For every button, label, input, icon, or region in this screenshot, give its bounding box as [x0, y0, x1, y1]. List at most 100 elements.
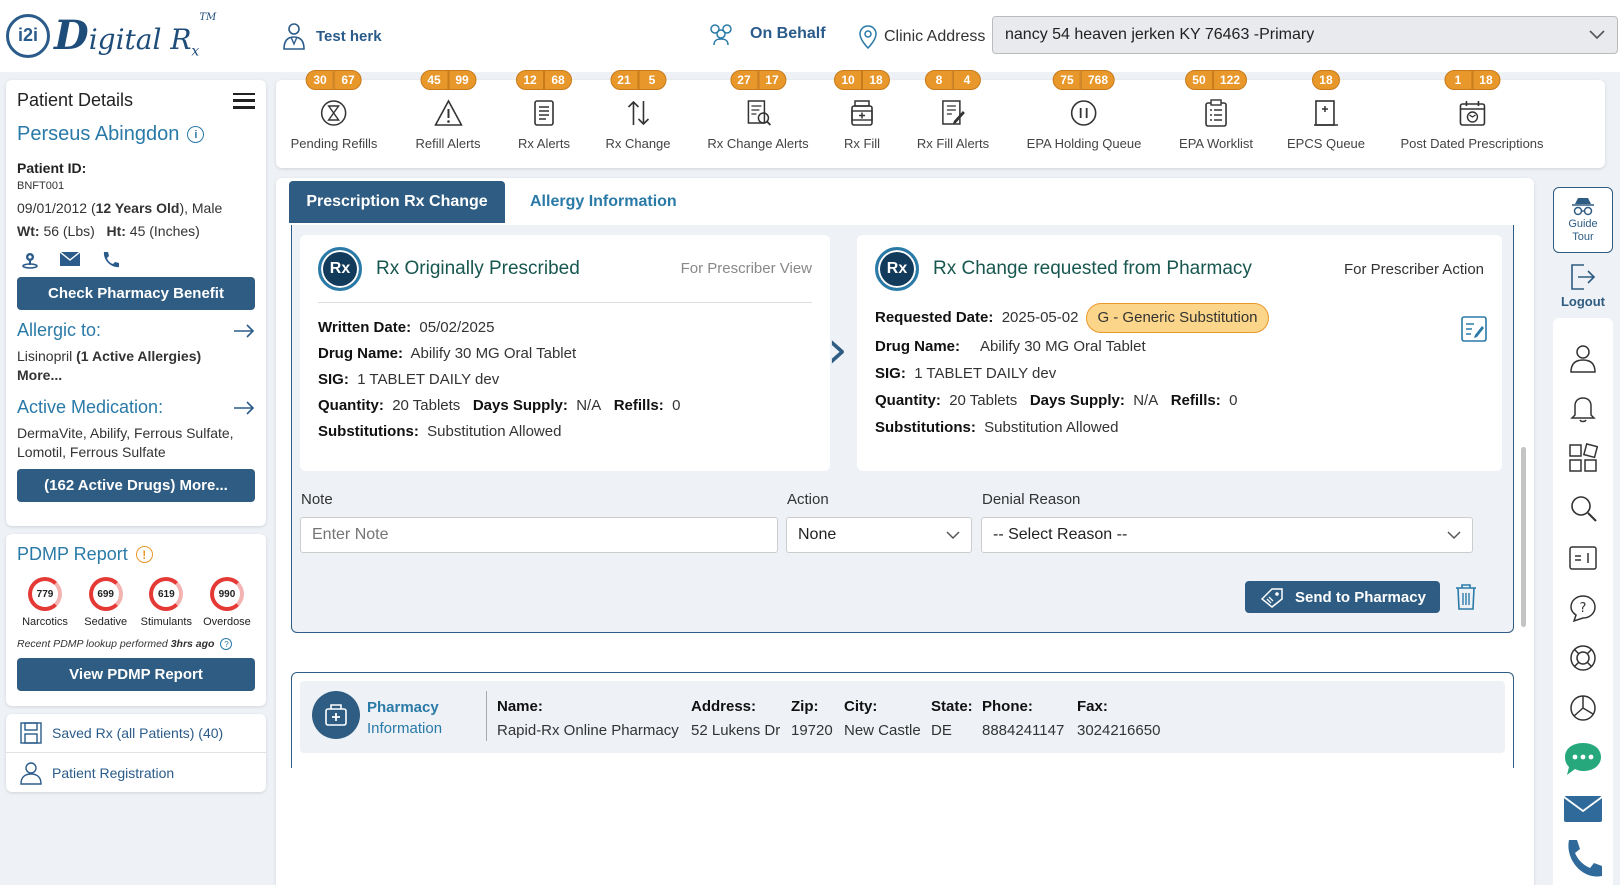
tab-prescription-rx-change[interactable]: Prescription Rx Change: [289, 181, 505, 223]
document-icon: [534, 100, 554, 126]
denial-reason-select[interactable]: -- Select Reason --: [981, 517, 1473, 553]
pharmacy-zip: Zip: 19720: [791, 698, 833, 739]
queue-post-dated-prescriptions[interactable]: 1 18 Post Dated Prescriptions: [1400, 70, 1544, 168]
guide-tour-button[interactable]: Guide Tour: [1553, 187, 1613, 253]
action-select[interactable]: None: [786, 517, 972, 553]
queue-rx-fill[interactable]: 10 18 Rx Fill: [834, 70, 890, 168]
count-badge: 18: [1471, 70, 1500, 90]
main-scrollbar[interactable]: [1521, 447, 1526, 627]
patient-name[interactable]: Perseus Abingdon: [17, 123, 179, 146]
pdmp-report-card: PDMP Report ! 779 Narcotics 699 Sedative 6…: [6, 534, 266, 706]
count-badge: 67: [334, 70, 362, 90]
arrow-right-icon[interactable]: [233, 323, 255, 338]
edit-document-icon[interactable]: [1460, 315, 1488, 343]
queue-refill-alerts[interactable]: 45 99 Refill Alerts: [415, 70, 481, 168]
count-badge: 4: [952, 70, 981, 90]
pharmacy-address: Address: 52 Lukens Dr: [691, 698, 781, 739]
pie-chart-icon[interactable]: [1568, 693, 1598, 723]
chat-icon[interactable]: [1563, 741, 1603, 777]
view-pdmp-report-button[interactable]: View PDMP Report: [17, 658, 255, 691]
note-input[interactable]: [300, 517, 778, 553]
allergy-more-link[interactable]: More...: [17, 367, 62, 383]
spy-icon: [1572, 198, 1594, 216]
search-icon[interactable]: [1568, 493, 1598, 523]
change-type-badge: G - Generic Substitution: [1086, 303, 1269, 333]
dashboard-grid-icon[interactable]: [1568, 443, 1598, 473]
trash-icon[interactable]: [1454, 583, 1478, 611]
side-links-card: Saved Rx (all Patients) (40) Patient Reg…: [6, 714, 266, 792]
on-behalf-label: On Behalf: [750, 25, 826, 42]
location-icon[interactable]: [21, 251, 39, 269]
queue-epa-worklist[interactable]: 50 122 EPA Worklist: [1179, 70, 1253, 168]
alert-icon[interactable]: !: [135, 546, 153, 563]
tab-allergy-information[interactable]: Allergy Information: [530, 181, 677, 223]
count-badge: 12: [516, 70, 544, 90]
saved-rx-link[interactable]: Saved Rx (all Patients) (40): [6, 714, 266, 753]
app-logo[interactable]: i2i Digital RxTM: [6, 12, 216, 60]
current-user[interactable]: Test herk: [282, 22, 382, 50]
send-to-pharmacy-button[interactable]: Send to Pharmacy: [1245, 581, 1440, 613]
substitutions: Substitutions: Substitution Allowed: [318, 423, 562, 440]
patient-weight-height: Wt: 56 (Lbs) Ht: 45 (Inches): [17, 223, 200, 239]
count-badge: 768: [1080, 70, 1116, 90]
arrow-right-icon[interactable]: [233, 400, 255, 415]
queue-epcs-queue[interactable]: 18 EPCS Queue: [1287, 70, 1365, 168]
patient-details-title: Patient Details: [17, 90, 134, 110]
count-badge: 17: [757, 70, 786, 90]
help-chat-icon[interactable]: ?: [1568, 593, 1598, 623]
user-profile-icon[interactable]: [1568, 343, 1598, 373]
queue-badges: 21 5: [609, 70, 666, 92]
arrows-updown-icon: [627, 100, 649, 126]
count-badge: 18: [862, 70, 890, 90]
queue-rx-alerts[interactable]: 12 68 Rx Alerts: [516, 70, 572, 168]
queue-label: Refill Alerts: [415, 136, 481, 151]
lifebuoy-icon[interactable]: [1568, 643, 1598, 673]
logout-button[interactable]: Logout: [1553, 262, 1613, 309]
count-badge: 18: [1311, 70, 1340, 90]
queue-epa-holding-queue[interactable]: 75 768 EPA Holding Queue: [1026, 70, 1142, 168]
patient-registration-link[interactable]: Patient Registration: [6, 753, 266, 792]
substitutions: Substitutions: Substitution Allowed: [875, 419, 1119, 436]
queue-label: EPA Worklist: [1179, 136, 1253, 151]
phone-icon[interactable]: [101, 251, 119, 269]
queue-badges: 75 768: [1052, 70, 1116, 92]
phone-call-icon[interactable]: [1563, 838, 1603, 882]
count-badge: 122: [1212, 70, 1248, 90]
queue-badges: 12 68: [516, 70, 572, 92]
on-behalf-button[interactable]: On Behalf: [706, 22, 826, 46]
queue-rx-change-alerts[interactable]: 27 17 Rx Change Alerts: [707, 70, 809, 168]
rx-change-title: Rx Change requested from Pharmacy: [933, 258, 1252, 279]
chevron-right-icon: ›: [827, 320, 848, 380]
svg-text:?: ?: [1580, 601, 1587, 616]
info-icon[interactable]: i: [187, 126, 205, 143]
patient-dob: 09/01/2012 (12 Years Old), Male: [17, 200, 223, 216]
mail-icon[interactable]: [59, 251, 81, 267]
queue-rx-change[interactable]: 21 5 Rx Change: [605, 70, 671, 168]
main-panel: Prescription Rx Change Allergy Informati…: [276, 178, 1534, 885]
check-pharmacy-benefit-button[interactable]: Check Pharmacy Benefit: [17, 277, 255, 310]
calculator-icon[interactable]: [1568, 543, 1598, 573]
queue-label: EPA Holding Queue: [1026, 136, 1142, 151]
rx-original-title: Rx Originally Prescribed: [376, 257, 580, 279]
count-badge: 99: [448, 70, 476, 90]
queue-rx-fill-alerts[interactable]: 8 4 Rx Fill Alerts: [916, 70, 990, 168]
bell-icon[interactable]: [1568, 393, 1598, 423]
patient-details-card: Patient Details Perseus Abingdon i Patie…: [6, 80, 266, 526]
rx-change-section: Rx Rx Originally Prescribed For Prescrib…: [291, 225, 1514, 633]
queue-badges: 84: [924, 70, 981, 92]
queue-label: Rx Fill Alerts: [916, 136, 990, 151]
count-badge: 68: [544, 70, 572, 90]
envelope-icon[interactable]: [1563, 794, 1603, 824]
gauge-overdose: 990 Overdose: [199, 577, 255, 628]
user-name-label: Test herk: [316, 27, 382, 45]
action-value: None: [798, 526, 837, 543]
calendar-icon: [1459, 101, 1485, 126]
queue-pending-refills[interactable]: 30 67 Pending Refills: [291, 70, 377, 168]
clinic-address-select[interactable]: nancy 54 heaven jerken KY 76463 -Primary: [992, 16, 1618, 54]
count-badge: 5: [637, 70, 666, 90]
rx-change-card: Rx Rx Change requested from Pharmacy For…: [857, 235, 1502, 471]
active-drugs-more-button[interactable]: (162 Active Drugs) More...: [17, 469, 255, 502]
count-badge: 1: [1443, 70, 1472, 90]
help-icon[interactable]: ?: [220, 638, 233, 650]
hamburger-menu-icon[interactable]: [233, 92, 255, 109]
